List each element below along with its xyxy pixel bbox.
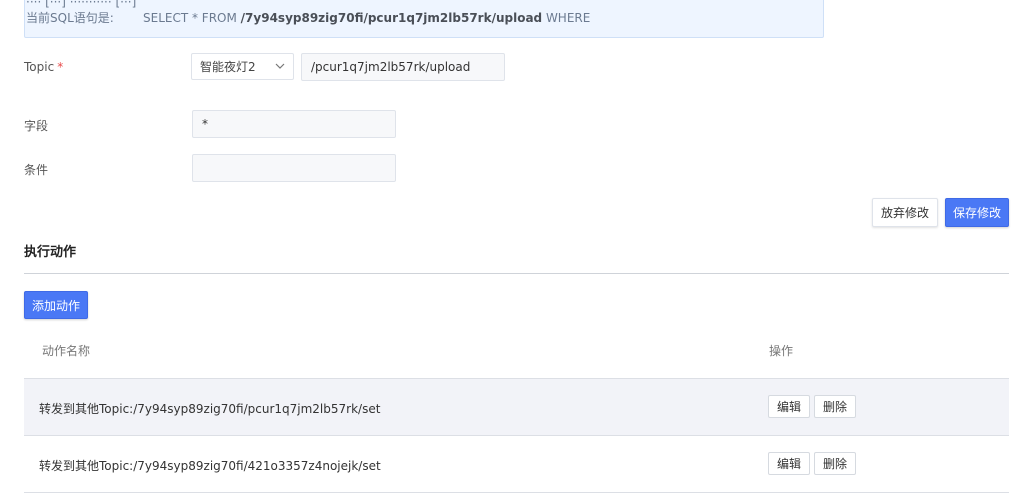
condition-input[interactable]	[192, 154, 396, 182]
sql-statement-suffix: WHERE	[542, 11, 591, 25]
required-mark: *	[57, 60, 64, 74]
field-label: 字段	[24, 119, 49, 133]
chevron-down-icon	[275, 61, 285, 72]
add-action-button[interactable]: 添加动作	[24, 291, 88, 319]
edit-button[interactable]: 编辑	[768, 395, 810, 418]
sql-statement-label: 当前SQL语句是:	[26, 11, 114, 25]
sql-info-partial-line: ···· [···] ··········· [···]	[26, 0, 137, 9]
device-select-value: 智能夜灯2	[200, 60, 256, 74]
sql-statement-path: /7y94syp89zig70fi/pcur1q7jm2lb57rk/uploa…	[240, 11, 543, 25]
sql-statement-prefix: SELECT * FROM	[143, 11, 241, 25]
action-name-cell: 转发到其他Topic:/7y94syp89zig70fi/pcur1q7jm2l…	[39, 402, 381, 416]
topic-label-text: Topic	[24, 60, 55, 74]
condition-label: 条件	[24, 163, 49, 177]
edit-button[interactable]: 编辑	[768, 452, 810, 475]
device-select[interactable]: 智能夜灯2	[191, 53, 294, 80]
section-divider	[24, 273, 1009, 274]
column-header-operations: 操作	[769, 344, 794, 358]
actions-section-title: 执行动作	[24, 245, 77, 260]
action-name-cell: 转发到其他Topic:/7y94syp89zig70fi/421o3357z4n…	[39, 459, 381, 473]
field-input[interactable]: *	[192, 110, 396, 138]
field-input-value: *	[202, 117, 208, 131]
row-divider	[24, 492, 1009, 493]
topic-path-value: /pcur1q7jm2lb57rk/upload	[311, 60, 471, 74]
delete-button[interactable]: 删除	[814, 452, 856, 475]
discard-changes-button[interactable]: 放弃修改	[872, 198, 938, 227]
column-header-action-name: 动作名称	[42, 344, 91, 358]
topic-path-input[interactable]: /pcur1q7jm2lb57rk/upload	[301, 53, 505, 81]
delete-button[interactable]: 删除	[814, 395, 856, 418]
save-changes-button[interactable]: 保存修改	[945, 198, 1009, 227]
topic-label: Topic *	[24, 60, 63, 74]
sql-statement-line: 当前SQL语句是: SELECT * FROM /7y94syp89zig70fi…	[26, 9, 590, 26]
